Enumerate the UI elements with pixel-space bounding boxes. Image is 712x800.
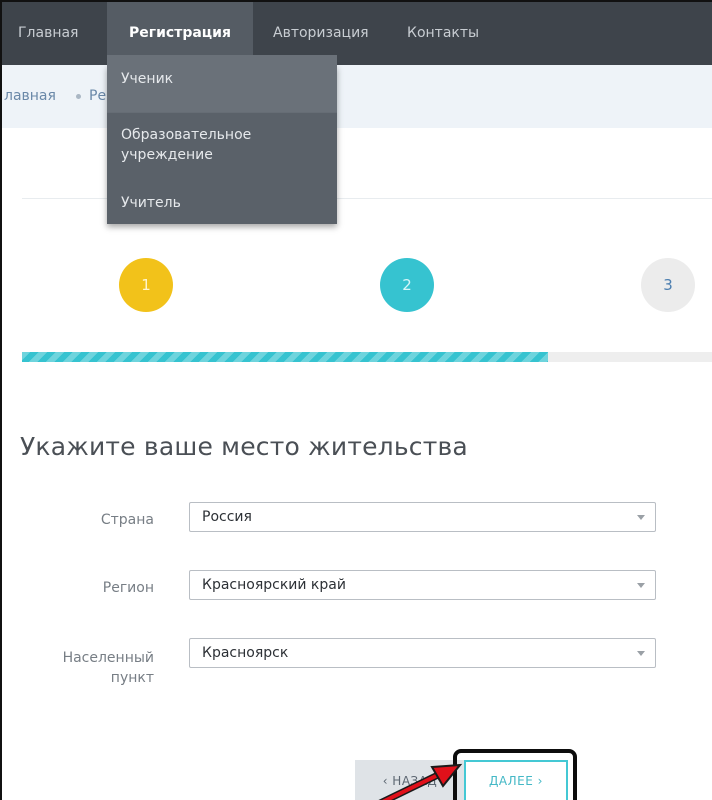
region-select-value: Красноярский край bbox=[202, 577, 346, 593]
dropdown-divider bbox=[107, 112, 337, 113]
breadcrumb-separator-dot bbox=[76, 94, 81, 99]
step-indicator-3: 3 bbox=[641, 258, 695, 312]
dropdown-item-student[interactable]: Ученик bbox=[107, 55, 337, 112]
city-select-value: Красноярск bbox=[202, 645, 289, 661]
region-label: Регион bbox=[102, 580, 154, 596]
country-select[interactable]: Россия bbox=[189, 502, 656, 532]
chevron-down-icon bbox=[637, 515, 645, 520]
city-label: Населенный пункт bbox=[14, 648, 154, 688]
chevron-down-icon bbox=[637, 583, 645, 588]
progress-bar-track bbox=[22, 352, 712, 362]
next-button[interactable]: ДАЛЕЕ › bbox=[464, 760, 568, 800]
chevron-down-icon bbox=[637, 651, 645, 656]
dropdown-item-institution-label-line2: учреждение bbox=[121, 147, 213, 163]
city-select[interactable]: Красноярск bbox=[189, 638, 656, 668]
nav-item-contacts[interactable]: Контакты bbox=[407, 2, 479, 65]
country-label: Страна bbox=[100, 512, 154, 528]
country-select-value: Россия bbox=[202, 509, 252, 525]
back-button[interactable]: ‹ НАЗАД bbox=[355, 760, 465, 800]
breadcrumb-home-link[interactable]: лавная bbox=[4, 65, 56, 128]
page-heading: Укажите ваше место жительства bbox=[20, 432, 468, 461]
nav-item-home[interactable]: Главная bbox=[18, 2, 78, 65]
dropdown-item-institution-label-line1: Образовательное bbox=[121, 127, 252, 143]
city-label-line1: Населенный bbox=[62, 650, 154, 666]
breadcrumb-current-link[interactable]: Ре bbox=[89, 65, 106, 128]
dropdown-item-teacher-label: Учитель bbox=[121, 195, 181, 211]
registration-page: Главная Регистрация Авторизация Контакты… bbox=[0, 0, 712, 800]
dropdown-item-teacher[interactable]: Учитель bbox=[107, 193, 337, 217]
dropdown-item-student-label: Ученик bbox=[121, 71, 174, 87]
region-select[interactable]: Красноярский край bbox=[189, 570, 656, 600]
dropdown-item-institution[interactable]: Образовательное учреждение bbox=[107, 125, 337, 169]
progress-bar-fill bbox=[22, 352, 548, 362]
city-label-line2: пункт bbox=[110, 670, 154, 686]
step-indicator-1: 1 bbox=[119, 258, 173, 312]
step-indicator-2: 2 bbox=[380, 258, 434, 312]
registration-dropdown-menu: Ученик Образовательное учреждение Учител… bbox=[107, 55, 337, 224]
